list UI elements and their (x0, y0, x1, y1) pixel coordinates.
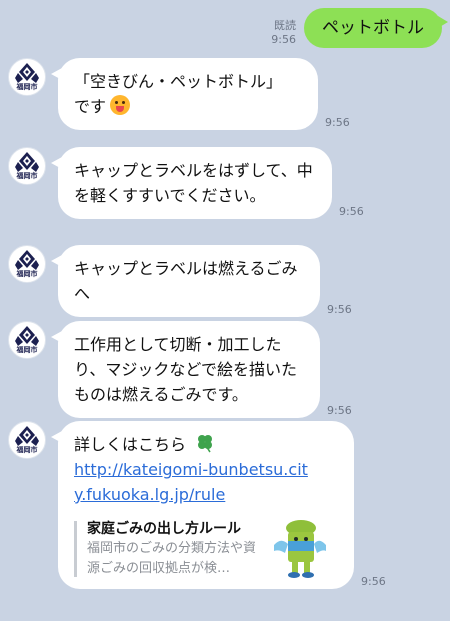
message-bubble[interactable]: キャップとラベルは燃えるごみへ (51, 245, 320, 317)
link-message-heading: 詳しくはこちら (74, 432, 338, 457)
preview-divider (74, 521, 77, 577)
fukuoka-city-logo-icon (15, 326, 39, 346)
outgoing-message-row: 既読 9:56 ペットボトル (271, 8, 448, 48)
message-bubble[interactable]: 「空きびん・ペットボトル」 です (51, 58, 318, 130)
preview-description: 福岡市のごみの分類方法や資源ごみの回収拠点が検… (87, 541, 257, 576)
avatar-label: 福岡市 (16, 172, 38, 180)
avatar[interactable]: 福岡市 (8, 58, 46, 96)
fukuoka-city-logo-icon (15, 426, 39, 446)
avatar[interactable]: 福岡市 (8, 321, 46, 359)
message-time: 9:56 (327, 303, 352, 316)
preview-text: 家庭ごみの出し方ルール 福岡市のごみの分類方法や資源ごみの回収拠点が検… (87, 519, 265, 579)
link-wrap: http://kateigomi-bunbetsu.city.fukuoka.l… (74, 457, 314, 507)
message-bubble[interactable]: キャップとラベルをはずして、中を軽くすすいでください。 (51, 147, 332, 219)
avatar[interactable]: 福岡市 (8, 147, 46, 185)
fukuoka-city-logo-icon (15, 63, 39, 83)
read-receipt: 既読 (274, 19, 296, 32)
avatar-label: 福岡市 (16, 446, 38, 454)
message-time: 9:56 (361, 575, 386, 588)
avatar-label: 福岡市 (16, 83, 38, 91)
message-text: です (74, 97, 107, 116)
link-message-bubble[interactable]: 詳しくはこちら http://kateigomi-bunbetsu.city.f… (51, 421, 354, 589)
avatar[interactable]: 福岡市 (8, 245, 46, 283)
four-leaf-clover-icon (198, 435, 213, 453)
message-text: キャップとラベルをはずして、中を軽くすすいでください。 (74, 161, 313, 205)
avatar-label: 福岡市 (16, 270, 38, 278)
incoming-message-row: 福岡市 キャップとラベルをはずして、中を軽くすすいでください。 9:56 (8, 147, 364, 219)
message-time: 9:56 (325, 116, 350, 129)
message-time: 9:56 (339, 205, 364, 218)
outgoing-time: 9:56 (271, 33, 296, 46)
grinning-emoji-icon (110, 95, 131, 115)
avatar[interactable]: 福岡市 (8, 421, 46, 459)
incoming-message-row: 福岡市 工作用として切断・加工したり、マジックなどで絵を描いたものは燃えるごみで… (8, 321, 352, 418)
fukuoka-city-logo-icon (15, 152, 39, 172)
message-text: キャップとラベルは燃えるごみへ (74, 259, 298, 303)
outgoing-meta: 既読 9:56 (271, 19, 296, 47)
message-text: 詳しくはこちら (74, 435, 187, 454)
message-text-line: です (74, 94, 302, 119)
incoming-message-row: 福岡市 キャップとラベルは燃えるごみへ 9:56 (8, 245, 352, 317)
outgoing-bubble[interactable]: ペットボトル (304, 8, 448, 48)
message-text: 「空きびん・ペットボトル」 (74, 72, 283, 91)
message-bubble[interactable]: 工作用として切断・加工したり、マジックなどで絵を描いたものは燃えるごみです。 (51, 321, 320, 418)
message-text: 工作用として切断・加工したり、マジックなどで絵を描いたものは燃えるごみです。 (74, 335, 298, 404)
incoming-message-row: 福岡市 「空きびん・ペットボトル」 です 9:56 (8, 58, 350, 130)
preview-title: 家庭ごみの出し方ルール (87, 521, 241, 537)
mascot-icon (274, 520, 326, 578)
message-link[interactable]: http://kateigomi-bunbetsu.city.fukuoka.l… (74, 460, 308, 504)
avatar-label: 福岡市 (16, 346, 38, 354)
link-preview[interactable]: 家庭ごみの出し方ルール 福岡市のごみの分類方法や資源ごみの回収拠点が検… (74, 519, 338, 579)
incoming-message-row: 福岡市 詳しくはこちら http://kateigomi-bunbetsu.ci… (8, 421, 386, 589)
message-time: 9:56 (327, 404, 352, 417)
chat-view: 既読 9:56 ペットボトル 福岡市 「空きびん・ペットボトル」 です 9:56 (0, 0, 450, 621)
fukuoka-city-logo-icon (15, 250, 39, 270)
